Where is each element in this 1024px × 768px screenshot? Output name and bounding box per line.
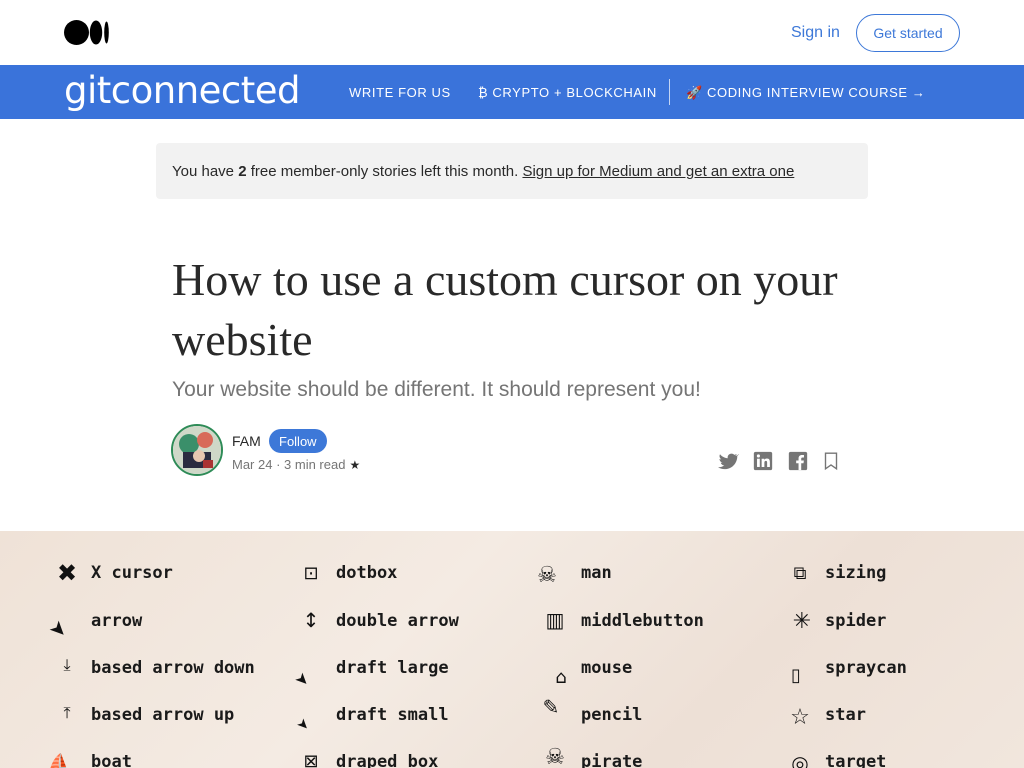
nav-divider	[669, 79, 670, 105]
facebook-icon[interactable]	[787, 450, 809, 472]
pencil-cursor-icon: ✎	[542, 695, 560, 719]
author-name[interactable]: FAM	[232, 433, 261, 449]
read-time: 3 min read	[284, 457, 346, 472]
based-arrow-up-icon: ⤒	[63, 703, 71, 722]
nav-crypto-blockchain[interactable]: ₿ CRYPTO + BLOCKCHAIN	[478, 85, 657, 100]
star-cursor-icon: ☆	[790, 704, 810, 730]
sign-in-link[interactable]: Sign in	[791, 24, 840, 42]
linkedin-icon[interactable]	[752, 450, 774, 472]
middlebutton-cursor-icon: ▥	[545, 608, 565, 632]
banner-signup-link[interactable]: Sign up for Medium and get an extra one	[522, 163, 794, 180]
cursor-label: sizing	[825, 563, 887, 583]
draft-small-cursor-icon: ➤	[293, 715, 313, 735]
cursor-label: based arrow up	[91, 705, 235, 725]
target-cursor-icon: ◎	[791, 751, 809, 768]
cursor-label: draft large	[336, 658, 449, 678]
double-arrow-cursor-icon: ↕	[302, 608, 320, 632]
top-bar: Sign in Get started	[0, 0, 1024, 65]
author-avatar[interactable]	[171, 424, 223, 476]
cursor-label: star	[825, 705, 866, 725]
cursor-label: spider	[825, 611, 887, 631]
article-hero-image: ✖ X cursor ➤ arrow ⤓ based arrow down ⤒ …	[0, 531, 1024, 768]
member-star-icon: ★	[349, 458, 361, 472]
bookmark-icon[interactable]	[820, 450, 842, 472]
arrow-cursor-icon: ➤	[44, 614, 74, 644]
spider-cursor-icon: ✳	[792, 608, 812, 634]
article-subtitle: Your website should be different. It sho…	[172, 378, 701, 401]
man-cursor-icon: ☠	[537, 562, 557, 588]
based-arrow-down-icon: ⤓	[63, 655, 71, 674]
cursor-label: arrow	[91, 611, 143, 631]
cursor-label: middlebutton	[581, 611, 704, 631]
cursor-label: X cursor	[91, 563, 173, 583]
twitter-icon[interactable]	[717, 450, 739, 472]
cursor-label: boat	[91, 752, 132, 768]
cursor-label: target	[825, 752, 887, 768]
medium-logo-icon[interactable]	[64, 20, 110, 45]
publication-nav-bar: gitconnected WRITE FOR US ₿ CRYPTO + BLO…	[0, 65, 1024, 119]
follow-button[interactable]: Follow	[269, 429, 327, 453]
cursor-label: pencil	[581, 705, 643, 725]
pirate-cursor-icon: ☠	[545, 744, 565, 768]
draft-large-cursor-icon: ➤	[291, 667, 315, 691]
sizing-cursor-icon: ⧉	[793, 562, 807, 584]
cursor-label: draft small	[336, 705, 449, 725]
draped-box-cursor-icon: ⊠	[303, 750, 319, 768]
dotbox-cursor-icon: ⊡	[303, 562, 319, 584]
cursor-label: dotbox	[336, 563, 398, 583]
article-title: How to use a custom cursor on your websi…	[172, 254, 838, 365]
banner-middle: free member-only stories left this month…	[246, 163, 523, 180]
cursor-label: based arrow down	[91, 658, 255, 678]
boat-cursor-icon: ⛵	[47, 752, 71, 768]
cursor-label: double arrow	[336, 611, 459, 631]
cursor-label: pirate	[581, 752, 643, 768]
cursor-label: draped box	[336, 752, 439, 768]
x-cursor-icon: ✖	[56, 559, 78, 587]
publish-date: Mar 24	[232, 457, 273, 472]
get-started-button[interactable]: Get started	[856, 14, 960, 52]
avatar-image-icon	[173, 426, 221, 474]
article-meta: Mar 24 · 3 min read ★	[232, 457, 361, 472]
member-stories-banner: You have 2 free member-only stories left…	[156, 143, 868, 199]
cursor-label: man	[581, 563, 612, 583]
cursor-label: mouse	[581, 658, 633, 678]
banner-count: 2	[238, 163, 247, 180]
spraycan-cursor-icon: ▯	[791, 664, 801, 686]
nav-coding-interview-course[interactable]: 🚀 CODING INTERVIEW COURSE →	[686, 85, 925, 101]
publication-logo[interactable]: gitconnected	[64, 69, 301, 112]
mouse-cursor-icon: ⌂	[555, 666, 567, 688]
cursor-label: spraycan	[825, 658, 907, 678]
nav-write-for-us[interactable]: WRITE FOR US	[349, 85, 451, 100]
banner-prefix: You have	[172, 163, 239, 180]
